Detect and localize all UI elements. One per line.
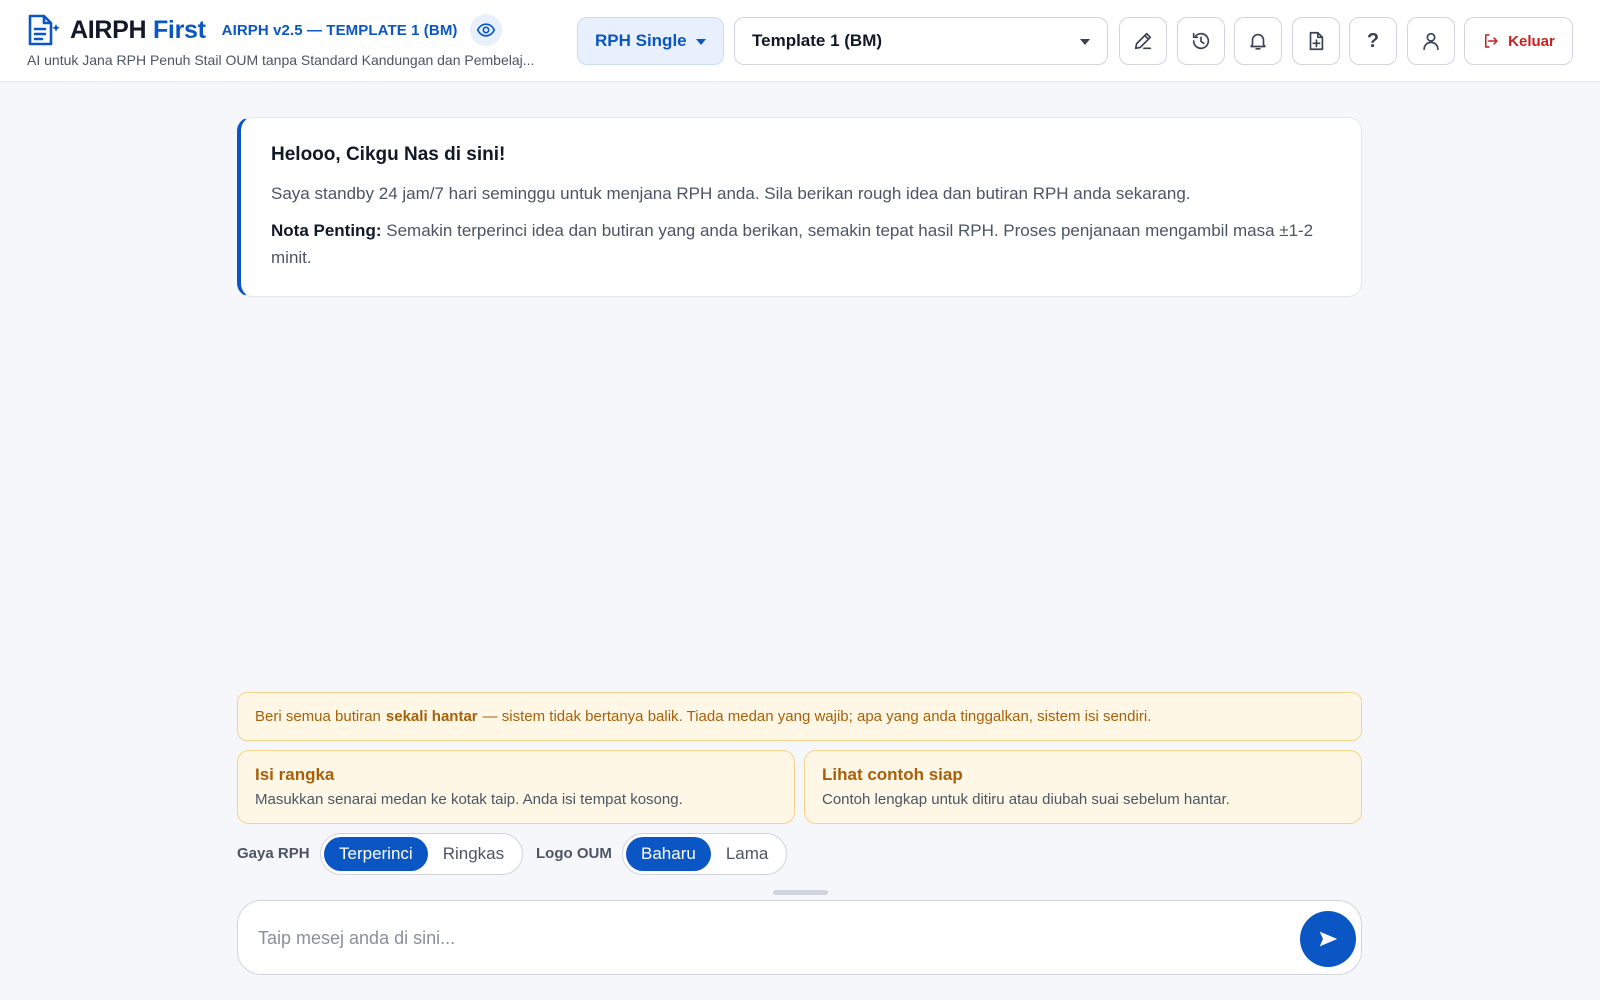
profile-button[interactable] bbox=[1407, 17, 1455, 65]
send-icon bbox=[1319, 931, 1338, 947]
welcome-message: Helooo, Cikgu Nas di sini! Saya standby … bbox=[237, 117, 1362, 297]
send-button[interactable] bbox=[1300, 911, 1356, 967]
user-icon bbox=[1423, 32, 1439, 51]
mode-select[interactable]: RPH Single bbox=[577, 17, 724, 65]
brand: AIRPH First AIRPH v2.5 — TEMPLATE 1 (BM) bbox=[26, 14, 502, 46]
tip-banner: Beri semua butiran sekali hantar — siste… bbox=[237, 692, 1362, 741]
welcome-text: Saya standby 24 jam/7 hari seminggu untu… bbox=[271, 184, 1191, 203]
help-button[interactable]: ? bbox=[1349, 17, 1397, 65]
document-sparkle-icon bbox=[26, 14, 60, 46]
logo-toggle: Baharu Lama bbox=[622, 833, 788, 875]
new-document-button[interactable] bbox=[1292, 17, 1340, 65]
welcome-title: Helooo, Cikgu Nas di sini! bbox=[271, 144, 506, 165]
message-input[interactable] bbox=[258, 921, 1258, 955]
option-desc: Contoh lengkap untuk ditiru atau diubah … bbox=[822, 791, 1230, 808]
logo-toggle-label: Logo OUM bbox=[536, 845, 612, 862]
logout-icon bbox=[1485, 34, 1498, 48]
help-icon: ? bbox=[1366, 29, 1380, 52]
tip-text-before: Beri semua butiran bbox=[255, 708, 381, 725]
template-select[interactable]: Template 1 (BM) bbox=[734, 17, 1108, 65]
bell-icon bbox=[1250, 33, 1266, 50]
mode-select-value: RPH Single bbox=[595, 31, 687, 50]
tip-text-bold: sekali hantar bbox=[385, 708, 478, 725]
logout-label: Keluar bbox=[1508, 32, 1555, 50]
option-desc: Masukkan senarai medan ke kotak taip. An… bbox=[255, 791, 683, 808]
app-subtitle: AI untuk Jana RPH Penuh Stail OUM tanpa … bbox=[27, 52, 535, 68]
style-toggle: Terperinci Ringkas bbox=[320, 833, 524, 875]
fill-template-card[interactable]: Isi rangka Masukkan senarai medan ke kot… bbox=[237, 750, 795, 824]
logo-option-baharu[interactable]: Baharu bbox=[626, 837, 711, 871]
eye-icon bbox=[476, 23, 495, 37]
version-label: AIRPH v2.5 — TEMPLATE 1 (BM) bbox=[221, 21, 458, 39]
style-toggle-label: Gaya RPH bbox=[237, 845, 310, 862]
view-example-card[interactable]: Lihat contoh siap Contoh lengkap untuk d… bbox=[804, 750, 1362, 824]
resize-handle[interactable] bbox=[773, 890, 828, 895]
notification-button[interactable] bbox=[1234, 17, 1282, 65]
welcome-note: Nota Penting: Semakin terperinci idea da… bbox=[271, 217, 1333, 271]
history-icon bbox=[1192, 32, 1210, 50]
chevron-down-icon bbox=[696, 39, 706, 45]
tip-text-after: — sistem tidak bertanya balik. Tiada med… bbox=[482, 708, 1152, 725]
logout-button[interactable]: Keluar bbox=[1464, 17, 1573, 65]
note-label: Nota Penting: bbox=[271, 221, 382, 240]
logo-option-lama[interactable]: Lama bbox=[711, 837, 784, 871]
brand-name: AIRPH First bbox=[70, 15, 206, 44]
history-button[interactable] bbox=[1177, 17, 1225, 65]
option-title: Lihat contoh siap bbox=[822, 765, 963, 784]
edit-icon bbox=[1134, 32, 1152, 50]
preview-button[interactable] bbox=[469, 14, 502, 46]
style-option-ringkas[interactable]: Ringkas bbox=[428, 837, 519, 871]
edit-button[interactable] bbox=[1119, 17, 1167, 65]
top-header: AIRPH First AIRPH v2.5 — TEMPLATE 1 (BM)… bbox=[0, 0, 1600, 82]
template-select-value: Template 1 (BM) bbox=[752, 31, 883, 50]
chevron-down-icon bbox=[1080, 39, 1090, 45]
style-option-terperinci[interactable]: Terperinci bbox=[324, 837, 428, 871]
file-plus-icon bbox=[1309, 31, 1324, 51]
option-title: Isi rangka bbox=[255, 765, 335, 784]
message-composer bbox=[237, 900, 1362, 975]
note-text: Semakin terperinci idea dan butiran yang… bbox=[271, 221, 1314, 267]
